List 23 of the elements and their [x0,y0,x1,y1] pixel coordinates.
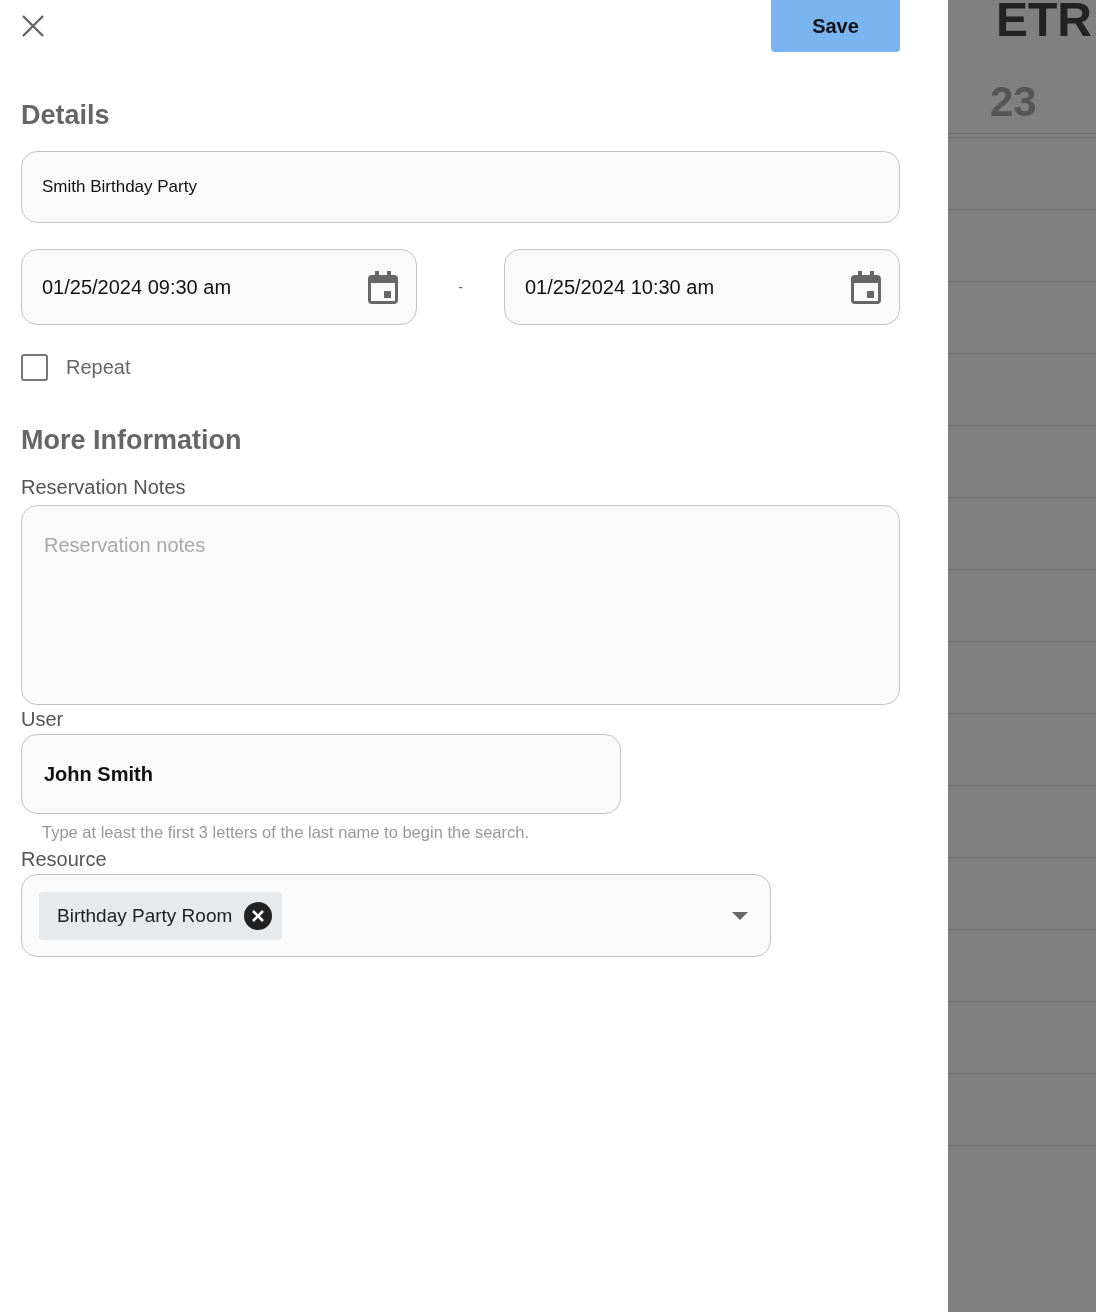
hint-text: Type at least the first 3 letters of the last name to begin the search. [42,823,531,842]
section-heading: Details [21,100,111,131]
calendar-icon[interactable] [851,270,881,304]
end-date-field[interactable]: 01/25/2024 10:30 am [504,249,900,325]
background-title: ETR [996,0,1093,44]
repeat-label: Repeat [66,356,131,379]
date-separator: - [457,279,464,295]
dropdown-caret-icon[interactable] [732,911,748,920]
resource-chip[interactable]: Birthday Party Room [39,891,283,940]
section-heading: More Information [21,425,243,456]
field-label: Resource [21,848,108,871]
field-label: Reservation Notes [21,476,187,499]
close-icon[interactable] [22,15,44,37]
title-field[interactable]: Smith Birthday Party [21,151,900,223]
remove-icon[interactable] [244,901,273,930]
repeat-checkbox[interactable] [21,354,48,381]
calendar-icon[interactable] [368,270,398,304]
start-date-field[interactable]: 01/25/2024 09:30 am [21,249,417,325]
resource-select[interactable]: Birthday Party Room [21,874,771,957]
save-button[interactable]: Save [771,0,900,52]
user-field[interactable]: John Smith [21,734,621,814]
notes-field[interactable]: Reservation notes [21,505,900,705]
field-label: User [21,708,65,731]
